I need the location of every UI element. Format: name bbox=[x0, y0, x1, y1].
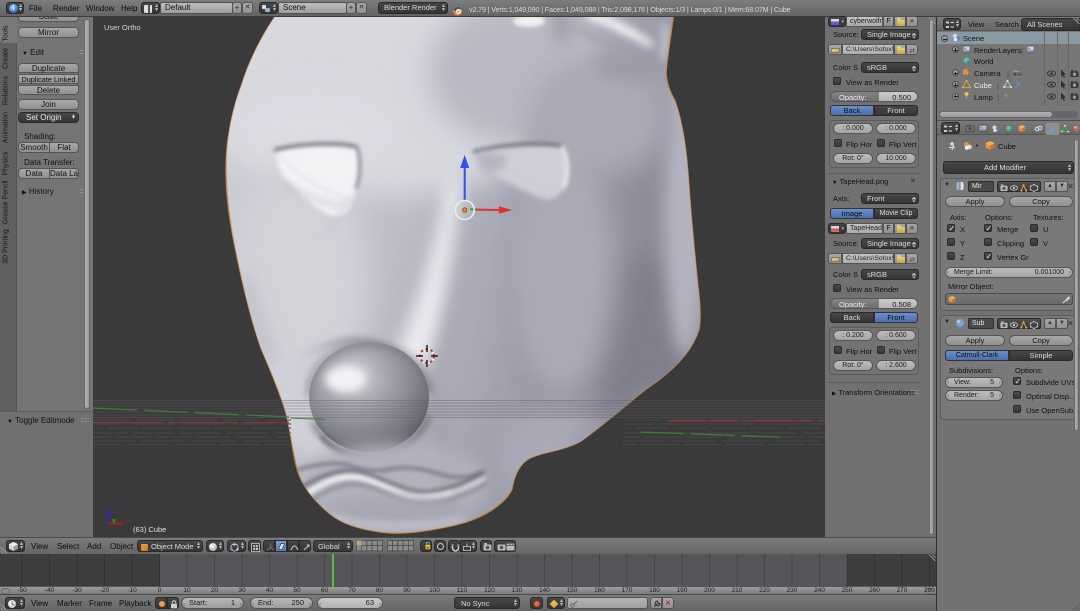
svg-text:x: x bbox=[125, 518, 129, 525]
svg-text:z: z bbox=[111, 503, 115, 510]
